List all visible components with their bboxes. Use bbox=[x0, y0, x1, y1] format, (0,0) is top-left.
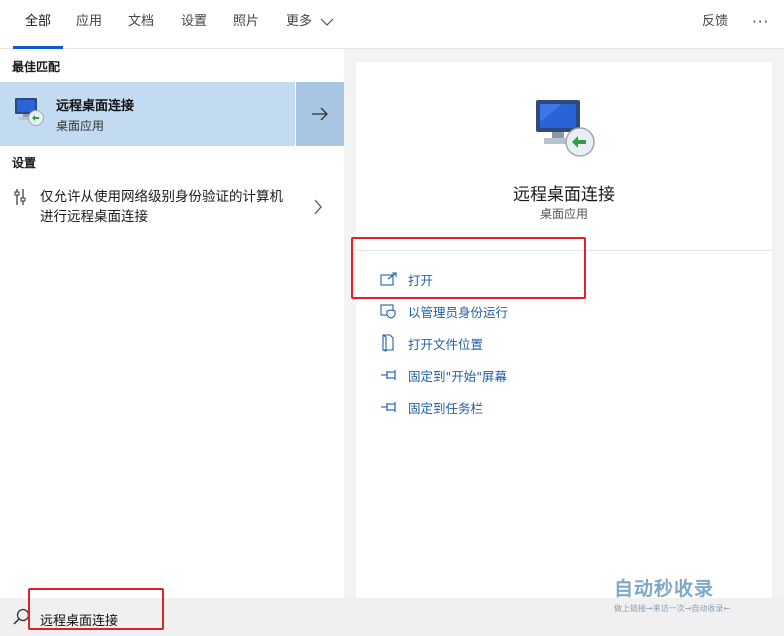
tab-label: 照片 bbox=[233, 14, 260, 29]
tab-documents[interactable]: 文档 bbox=[128, 0, 154, 49]
pin-icon bbox=[381, 370, 396, 380]
tab-label: 更多 bbox=[286, 14, 313, 29]
annotation-box-open bbox=[351, 237, 586, 299]
tab-all[interactable]: 全部 bbox=[13, 0, 63, 49]
action-label: 以管理员身份运行 bbox=[408, 304, 509, 320]
settings-result-label: 仅允许从使用网络级别身份验证的计算机进行远程桌面连接 bbox=[40, 189, 283, 225]
settings-sliders-icon bbox=[14, 189, 26, 205]
pin-to-taskbar-action[interactable]: 固定到任务栏 bbox=[380, 396, 483, 418]
expand-arrow-button[interactable] bbox=[296, 82, 344, 146]
tab-label: 设置 bbox=[181, 14, 208, 29]
tab-more[interactable]: 更多 bbox=[286, 0, 334, 49]
tab-photos[interactable]: 照片 bbox=[233, 0, 259, 49]
best-match-heading: 最佳匹配 bbox=[12, 60, 61, 74]
feedback-button[interactable]: 反馈 bbox=[702, 0, 728, 49]
best-match-title: 远程桌面连接 bbox=[56, 99, 135, 114]
remote-desktop-large-icon bbox=[536, 100, 595, 157]
annotation-box-search bbox=[28, 588, 164, 630]
remote-desktop-icon bbox=[15, 98, 44, 126]
arrow-right-icon bbox=[312, 107, 328, 121]
tab-label: 全部 bbox=[24, 14, 51, 29]
results-pane: 最佳匹配 远程桌面连接 桌面应用 设置 仅允许从使用网络级别身份验证的计算机进行… bbox=[0, 49, 344, 598]
tab-apps[interactable]: 应用 bbox=[76, 0, 102, 49]
details-pane: 远程桌面连接 桌面应用 打开 以管理员身份运行 打开文件位置 固定到"开始"屏幕… bbox=[356, 62, 772, 598]
chevron-down-icon bbox=[320, 18, 334, 26]
tab-label: 文档 bbox=[128, 14, 155, 29]
open-file-location-action[interactable]: 打开文件位置 bbox=[380, 332, 483, 354]
more-options-label: ··· bbox=[752, 13, 770, 31]
more-options-button[interactable]: ··· bbox=[752, 0, 769, 49]
action-label: 固定到"开始"屏幕 bbox=[408, 368, 507, 384]
watermark: 自动秒收录 做上链接→来访一次→自动收录← bbox=[614, 574, 730, 614]
chevron-right-icon bbox=[314, 199, 322, 215]
best-match-main[interactable]: 远程桌面连接 桌面应用 bbox=[0, 82, 295, 146]
watermark-subtitle: 做上链接→来访一次→自动收录← bbox=[614, 604, 731, 613]
pin-icon bbox=[381, 402, 396, 412]
tab-settings[interactable]: 设置 bbox=[181, 0, 207, 49]
best-match-subtitle: 桌面应用 bbox=[56, 119, 105, 133]
app-subtitle: 桌面应用 bbox=[539, 207, 588, 221]
file-location-icon bbox=[382, 334, 394, 352]
search-scope-bar: 全部 应用 文档 设置 照片 更多 反馈 ··· bbox=[0, 0, 784, 49]
tab-label: 应用 bbox=[76, 14, 103, 29]
best-match-item[interactable]: 远程桌面连接 桌面应用 bbox=[0, 82, 344, 146]
app-title: 远程桌面连接 bbox=[513, 185, 615, 205]
feedback-label: 反馈 bbox=[702, 14, 729, 29]
action-label: 固定到任务栏 bbox=[408, 400, 484, 416]
watermark-title: 自动秒收录 bbox=[614, 578, 715, 600]
run-as-admin-action[interactable]: 以管理员身份运行 bbox=[380, 300, 508, 322]
settings-result-item[interactable]: 仅允许从使用网络级别身份验证的计算机进行远程桌面连接 bbox=[0, 183, 344, 235]
shield-icon bbox=[380, 304, 396, 319]
pin-to-start-action[interactable]: 固定到"开始"屏幕 bbox=[380, 364, 507, 386]
action-label: 打开文件位置 bbox=[408, 336, 484, 352]
settings-heading: 设置 bbox=[12, 156, 37, 170]
